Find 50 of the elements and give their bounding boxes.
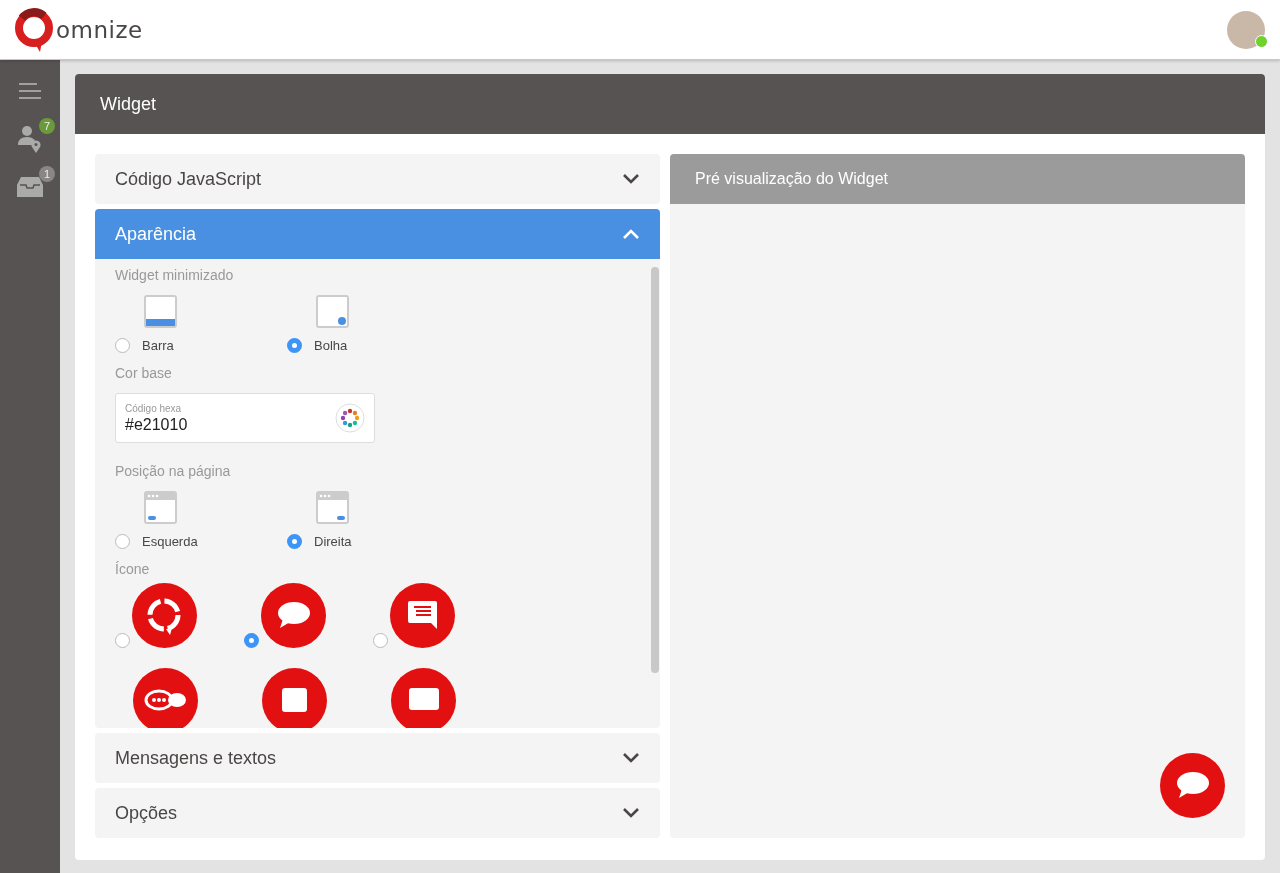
section-label: Widget minimizado bbox=[115, 267, 235, 283]
radio-label: Bolha bbox=[314, 338, 348, 353]
brand-name: omnize bbox=[56, 16, 143, 43]
hex-color-field[interactable]: Código hexa #e21010 bbox=[115, 393, 375, 443]
bubble-layout-icon bbox=[316, 295, 349, 328]
logo-widget-icon bbox=[132, 583, 197, 648]
chevron-up-icon bbox=[622, 228, 640, 240]
radio-option[interactable]: Esquerda bbox=[115, 534, 198, 549]
radio-label: Esquerda bbox=[142, 534, 198, 549]
count-badge: 1 bbox=[39, 166, 55, 182]
radio-icon[interactable] bbox=[115, 338, 130, 353]
radio-label: Barra bbox=[142, 338, 174, 353]
accordion-header[interactable]: Opções bbox=[95, 788, 660, 838]
section-label: Cor base bbox=[115, 365, 173, 381]
accordion-header[interactable]: Mensagens e textos bbox=[95, 733, 660, 783]
bar-layout-icon bbox=[144, 295, 177, 328]
radio-option[interactable]: Barra bbox=[115, 338, 174, 353]
chevron-down-icon bbox=[622, 807, 640, 819]
menu-icon[interactable] bbox=[19, 83, 41, 99]
bubble-widget-icon bbox=[261, 583, 326, 648]
bubble-widget-icon bbox=[1160, 753, 1225, 818]
radio-icon[interactable] bbox=[115, 633, 130, 648]
window-layout-icon bbox=[316, 491, 349, 524]
radio-icon[interactable] bbox=[115, 534, 130, 549]
radio-icon[interactable] bbox=[287, 534, 302, 549]
window-layout-icon bbox=[144, 491, 177, 524]
radio-option[interactable]: Bolha bbox=[287, 338, 348, 353]
radio-label: Direita bbox=[314, 534, 352, 549]
page-title: Widget bbox=[75, 74, 1265, 134]
logo-icon bbox=[14, 7, 54, 52]
section-label: Ícone bbox=[115, 561, 151, 577]
color-picker-icon[interactable] bbox=[335, 403, 365, 433]
field-value: #e21010 bbox=[125, 415, 188, 434]
chevron-down-icon bbox=[622, 173, 640, 185]
radio-option[interactable]: Direita bbox=[287, 534, 352, 549]
inbox-icon[interactable] bbox=[17, 177, 43, 197]
chevron-down-icon bbox=[622, 752, 640, 764]
chat-launcher-button[interactable] bbox=[1160, 753, 1225, 818]
radio-icon[interactable] bbox=[244, 633, 259, 648]
message-widget-icon bbox=[390, 583, 455, 648]
count-badge: 7 bbox=[39, 118, 55, 134]
preview-title: Pré visualização do Widget bbox=[670, 154, 1245, 204]
accordion-header[interactable]: Código JavaScript bbox=[95, 154, 660, 204]
radio-icon[interactable] bbox=[287, 338, 302, 353]
radio-icon[interactable] bbox=[373, 633, 388, 648]
section-label: Posição na página bbox=[115, 463, 232, 479]
person-location-icon[interactable] bbox=[18, 125, 42, 153]
user-avatar[interactable] bbox=[1227, 10, 1265, 49]
field-label: Código hexa bbox=[125, 402, 183, 414]
scrollbar[interactable] bbox=[651, 267, 659, 673]
